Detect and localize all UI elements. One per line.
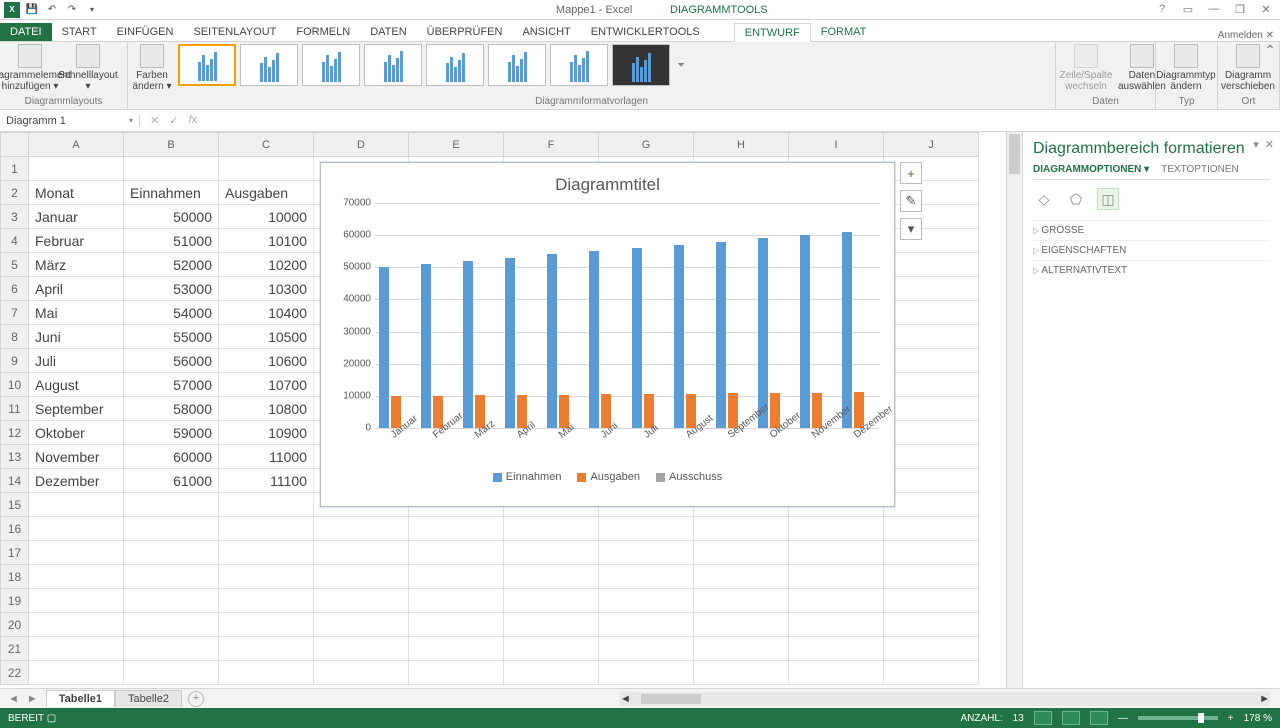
sheet-nav-prev-icon[interactable]: ◄ bbox=[8, 693, 19, 705]
tab-start[interactable]: START bbox=[52, 23, 107, 41]
style-thumb-8[interactable] bbox=[612, 44, 670, 86]
window-close2-icon[interactable]: ✕ bbox=[1266, 30, 1274, 41]
qat-dropdown-icon[interactable]: ▾ bbox=[84, 2, 100, 18]
tab-format[interactable]: FORMAT bbox=[811, 23, 877, 41]
style-thumb-4[interactable] bbox=[364, 44, 422, 86]
undo-icon[interactable]: ↶ bbox=[44, 2, 60, 18]
status-ready: BEREIT bbox=[8, 713, 44, 724]
macro-record-icon[interactable]: ▢ bbox=[47, 713, 56, 724]
pane-title: Diagrammbereich formatieren bbox=[1033, 140, 1270, 158]
size-properties-icon[interactable]: ◫ bbox=[1097, 188, 1119, 210]
save-icon[interactable]: 💾 bbox=[24, 2, 40, 18]
ribbon-options-icon[interactable]: ▭ bbox=[1178, 3, 1198, 16]
plot-area[interactable]: 010000200003000040000500006000070000 bbox=[375, 203, 880, 428]
cancel-fx-icon[interactable]: ✕ bbox=[150, 114, 159, 127]
gallery-more-icon[interactable]: ⏷ bbox=[674, 60, 685, 71]
group-label-data: Daten bbox=[1060, 95, 1151, 107]
ribbon: Diagrammelement hinzufügen ▾ Schnelllayo… bbox=[0, 42, 1280, 110]
chart-object[interactable]: Diagrammtitel 01000020000300004000050000… bbox=[320, 162, 895, 507]
style-thumb-3[interactable] bbox=[302, 44, 360, 86]
quick-layout-button[interactable]: Schnelllayout ▾ bbox=[62, 44, 114, 92]
pane-close-icon[interactable]: ✕ bbox=[1265, 138, 1274, 151]
format-pane: ▾ ✕ Diagrammbereich formatieren DIAGRAMM… bbox=[1022, 132, 1280, 688]
redo-icon[interactable]: ↷ bbox=[64, 2, 80, 18]
sheet-nav-next-icon[interactable]: ► bbox=[27, 693, 38, 705]
style-thumb-7[interactable] bbox=[550, 44, 608, 86]
effects-icon[interactable]: ⬠ bbox=[1065, 188, 1087, 210]
sheet-tab-1[interactable]: Tabelle1 bbox=[46, 690, 115, 707]
group-label-type: Typ bbox=[1160, 95, 1213, 107]
view-pagebreak-button[interactable] bbox=[1090, 711, 1108, 725]
pane-options-icon[interactable]: ▾ bbox=[1253, 138, 1259, 151]
quick-access-toolbar: X 💾 ↶ ↷ ▾ bbox=[0, 2, 100, 18]
x-axis-labels: JanuarFebruarMärzAprilMaiJuniJuliAugustS… bbox=[375, 428, 880, 443]
signin-link[interactable]: Anmelden bbox=[1218, 30, 1263, 41]
tab-review[interactable]: ÜBERPRÜFEN bbox=[417, 23, 513, 41]
enter-fx-icon[interactable]: ✓ bbox=[169, 114, 178, 127]
chart-title[interactable]: Diagrammtitel bbox=[335, 171, 880, 203]
switch-rowcol-button: Zeile/Spalte wechseln bbox=[1060, 44, 1112, 92]
vertical-scrollbar[interactable] bbox=[1006, 132, 1022, 688]
change-chart-type-button[interactable]: Diagrammtyp ändern bbox=[1160, 44, 1212, 92]
style-thumb-5[interactable] bbox=[426, 44, 484, 86]
tab-data[interactable]: DATEN bbox=[360, 23, 416, 41]
view-normal-button[interactable] bbox=[1034, 711, 1052, 725]
style-thumb-6[interactable] bbox=[488, 44, 546, 86]
chart-filters-button[interactable]: ▾ bbox=[900, 218, 922, 240]
zoom-slider[interactable] bbox=[1138, 716, 1218, 720]
tab-file[interactable]: DATEI bbox=[0, 23, 52, 41]
tab-developer[interactable]: ENTWICKLERTOOLS bbox=[581, 23, 710, 41]
add-sheet-button[interactable]: + bbox=[188, 691, 204, 707]
fill-line-icon[interactable]: ◇ bbox=[1033, 188, 1055, 210]
collapse-ribbon-icon[interactable]: ⌃ bbox=[1264, 42, 1276, 59]
change-colors-button[interactable]: Farben ändern ▾ bbox=[132, 44, 172, 92]
section-alttext[interactable]: ALTERNATIVTEXT bbox=[1033, 260, 1270, 280]
add-chart-element-button[interactable]: Diagrammelement hinzufügen ▾ bbox=[4, 44, 56, 92]
contextual-tools-label: DIAGRAMMTOOLS bbox=[670, 4, 768, 16]
sheet-tab-2[interactable]: Tabelle2 bbox=[115, 690, 182, 707]
formula-bar: Diagramm 1▾ ✕ ✓ fx bbox=[0, 110, 1280, 132]
excel-icon: X bbox=[4, 2, 20, 18]
pane-tab-chartoptions[interactable]: DIAGRAMMOPTIONEN ▾ bbox=[1033, 164, 1149, 175]
chart-styles-gallery[interactable]: ⏷ bbox=[178, 44, 685, 86]
tab-view[interactable]: ANSICHT bbox=[512, 23, 580, 41]
ribbon-tabs: DATEI START EINFÜGEN SEITENLAYOUT FORMEL… bbox=[0, 20, 1280, 42]
group-label-location: Ort bbox=[1222, 95, 1275, 107]
worksheet[interactable]: ABCDEFGHIJ12MonatEinnahmenAusgaben3Janua… bbox=[0, 132, 1006, 688]
status-count-value: 13 bbox=[1013, 713, 1024, 724]
style-thumb-1[interactable] bbox=[178, 44, 236, 86]
chart-styles-button[interactable]: ✎ bbox=[900, 190, 922, 212]
view-pagelayout-button[interactable] bbox=[1062, 711, 1080, 725]
zoom-level[interactable]: 178 % bbox=[1244, 713, 1272, 724]
minimize-icon[interactable]: — bbox=[1204, 3, 1224, 16]
tab-pagelayout[interactable]: SEITENLAYOUT bbox=[183, 23, 286, 41]
status-count-label: ANZAHL: bbox=[960, 713, 1002, 724]
group-label-layouts: Diagrammlayouts bbox=[4, 95, 123, 107]
name-box[interactable]: Diagramm 1▾ bbox=[0, 115, 140, 127]
fx-icon[interactable]: fx bbox=[188, 114, 197, 127]
tab-formulas[interactable]: FORMELN bbox=[286, 23, 360, 41]
section-size[interactable]: GRÖSSE bbox=[1033, 220, 1270, 240]
title-bar: X 💾 ↶ ↷ ▾ Mappe1 - Excel DIAGRAMMTOOLS ?… bbox=[0, 0, 1280, 20]
restore-icon[interactable]: ❐ bbox=[1230, 3, 1250, 16]
pane-tab-textoptions[interactable]: TEXTOPTIONEN bbox=[1161, 164, 1239, 175]
chart-legend[interactable]: EinnahmenAusgabenAusschuss bbox=[335, 443, 880, 483]
help-icon[interactable]: ? bbox=[1152, 3, 1172, 16]
section-properties[interactable]: EIGENSCHAFTEN bbox=[1033, 240, 1270, 260]
style-thumb-2[interactable] bbox=[240, 44, 298, 86]
zoom-in-button[interactable]: + bbox=[1228, 713, 1234, 724]
zoom-out-button[interactable]: — bbox=[1118, 713, 1128, 724]
chart-elements-button[interactable]: + bbox=[900, 162, 922, 184]
window-title: Mappe1 - Excel bbox=[556, 4, 632, 16]
tab-insert[interactable]: EINFÜGEN bbox=[107, 23, 184, 41]
horizontal-scrollbar[interactable]: ◄► bbox=[620, 692, 1270, 706]
status-bar: BEREIT ▢ ANZAHL: 13 — + 178 % bbox=[0, 708, 1280, 728]
sheet-tab-bar: ◄ ► Tabelle1 Tabelle2 + ◄► bbox=[0, 688, 1280, 708]
close-icon[interactable]: ✕ bbox=[1256, 3, 1276, 16]
group-label-styles: Diagrammformatvorlagen bbox=[132, 95, 1051, 107]
tab-design[interactable]: ENTWURF bbox=[734, 23, 811, 42]
